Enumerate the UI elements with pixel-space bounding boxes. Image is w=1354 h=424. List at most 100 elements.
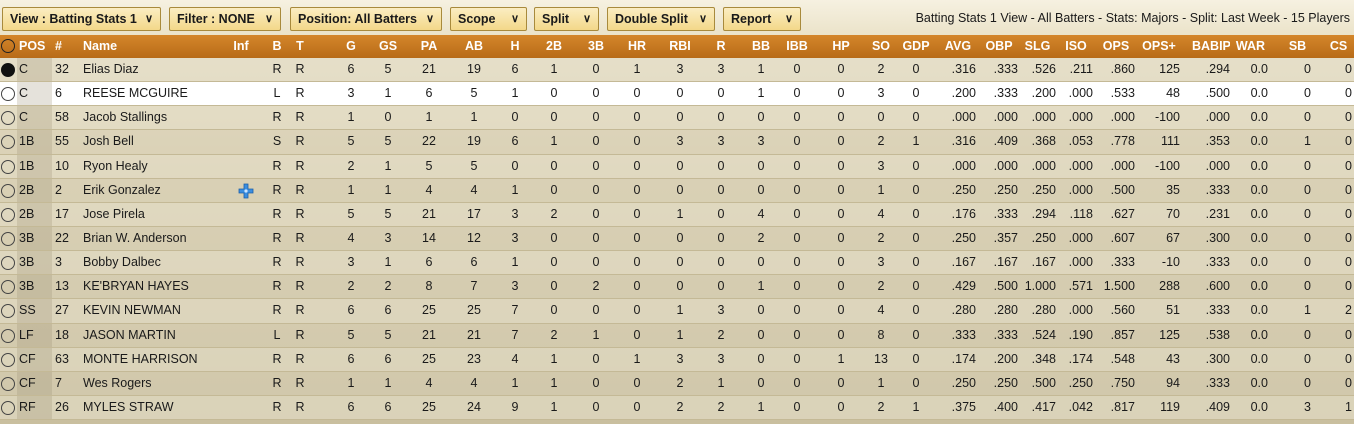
- row-select-radio-icon[interactable]: [1, 256, 15, 271]
- cell-name[interactable]: Ryon Healy: [83, 155, 233, 178]
- column-header-avg[interactable]: AVG: [940, 35, 976, 58]
- split-dropdown[interactable]: Split ∨: [534, 7, 599, 31]
- cell-name[interactable]: Bobby Dalbec: [83, 251, 233, 274]
- table-row[interactable]: 2B 2 Erik Gonzalez R R 1 1 4 4 1 0 0 0 0 0 0 0 0 1 0 .250 .25…: [0, 178, 1354, 203]
- cell-name[interactable]: Brian W. Anderson: [83, 227, 233, 250]
- column-header-babip[interactable]: BABIP: [1192, 35, 1230, 58]
- cell-rbi: 0: [676, 158, 684, 173]
- row-select-radio-icon[interactable]: [1, 304, 15, 319]
- column-header-ops[interactable]: OPS: [1097, 35, 1135, 58]
- row-select-radio-icon[interactable]: [1, 352, 15, 367]
- column-header-ibb[interactable]: IBB: [782, 35, 812, 58]
- double-split-dropdown[interactable]: Double Split ∨: [607, 7, 715, 31]
- row-select-radio-icon[interactable]: [1, 231, 15, 246]
- cell-name[interactable]: REESE MCGUIRE: [83, 82, 233, 105]
- column-header-cs[interactable]: CS: [1325, 35, 1352, 58]
- table-row[interactable]: CF 63 MONTE HARRISON R R 6 6 25 23 4 1 0 1 3 3 0 0 1 13 0.1…: [0, 347, 1354, 372]
- column-header-3b[interactable]: 3B: [580, 35, 612, 58]
- column-header-rbi[interactable]: RBI: [661, 35, 699, 58]
- column-header-slg[interactable]: SLG: [1019, 35, 1056, 58]
- column-header-inf[interactable]: Inf: [228, 35, 254, 58]
- column-header-bb[interactable]: BB: [745, 35, 777, 58]
- column-header-b[interactable]: B: [268, 35, 286, 58]
- position-dropdown[interactable]: Position: All Batters ∨: [290, 7, 442, 31]
- cell-name[interactable]: Elias Diaz: [83, 58, 233, 81]
- cell-hr: 0: [633, 86, 641, 101]
- cell-obp: .280: [993, 303, 1018, 318]
- column-header-gdp[interactable]: GDP: [899, 35, 933, 58]
- table-row[interactable]: RF 26 MYLES STRAW R R 6 6 25 24 9 1 0 0 2 2 1 0 0 2 1 .375 .4…: [0, 395, 1354, 421]
- cell-2b: 1: [550, 399, 558, 414]
- cell-name[interactable]: MYLES STRAW: [83, 396, 233, 419]
- cell-b: R: [272, 62, 282, 76]
- cell-name[interactable]: Jacob Stallings: [83, 106, 233, 129]
- column-header-ops-plus[interactable]: OPS+: [1138, 35, 1180, 58]
- cell-name[interactable]: Jose Pirela: [83, 203, 233, 226]
- cell-avg: .167: [951, 255, 976, 270]
- medical-cross-icon[interactable]: [238, 183, 254, 199]
- row-select-radio-icon[interactable]: [1, 400, 15, 415]
- cell-g: 5: [347, 206, 355, 221]
- column-header-2b[interactable]: 2B: [538, 35, 570, 58]
- cell-: 17: [55, 206, 69, 221]
- row-select-radio-icon[interactable]: [1, 183, 15, 198]
- table-row[interactable]: 1B 55 Josh Bell S R 5 5 22 19 6 1 0 0 3 3 3 0 0 2 1.316.409…: [0, 130, 1354, 155]
- column-header-so[interactable]: SO: [866, 35, 896, 58]
- table-row[interactable]: 3B 22 Brian W. Anderson R R 4 3 14 12 3 0 0 0 0 0 2 0 0 2 0…: [0, 226, 1354, 252]
- scope-dropdown[interactable]: Scope ∨: [450, 7, 527, 31]
- table-row[interactable]: 1B 10 Ryon Healy R R 2 1 5 5 0 0 0 0 0 0 0 0 0 3 0.000.000.…: [0, 154, 1354, 179]
- table-row[interactable]: 3B 13 KE'BRYAN HAYES R R 2 2 8 7 3 0 2 0 0 0 1 0 0 2 0 .429.…: [0, 275, 1354, 300]
- column-header-t[interactable]: T: [291, 35, 309, 58]
- row-select-radio-icon[interactable]: [1, 207, 15, 222]
- column-header-g[interactable]: G: [335, 35, 367, 58]
- view-dropdown[interactable]: View : Batting Stats 1 ∨: [2, 7, 161, 31]
- row-select-radio-icon[interactable]: [1, 111, 15, 126]
- cell-name[interactable]: KEVIN NEWMAN: [83, 299, 233, 322]
- column-header-r[interactable]: R: [705, 35, 737, 58]
- row-select-radio-icon[interactable]: [1, 63, 15, 77]
- filter-dropdown[interactable]: Filter : NONE ∨: [169, 7, 281, 31]
- column-header-hr[interactable]: HR: [621, 35, 653, 58]
- column-header-gs[interactable]: GS: [372, 35, 404, 58]
- row-select-radio-icon[interactable]: [1, 328, 15, 343]
- report-dropdown[interactable]: Report ∨: [723, 7, 801, 31]
- cell-2b: 0: [550, 255, 558, 270]
- cell-b: S: [272, 134, 282, 149]
- column-header-war[interactable]: WAR: [1233, 35, 1268, 58]
- cell-rbi: 1: [676, 327, 684, 342]
- table-row[interactable]: C 58 Jacob Stallings R R 1 0 1 1 0 0 0 0 0 0 0 0 0 0 0.000.…: [0, 106, 1354, 131]
- table-row[interactable]: 2B 17 Jose Pirela R R 5 5 21 17 3 2 0 0 1 0 4 0 0 4 0 .176 .3…: [0, 202, 1354, 227]
- table-row[interactable]: C 6 REESE MCGUIRE L R 3 1 6 5 1 0 0 0 0 0 1 0 0 3 0 .200 .333…: [0, 82, 1354, 107]
- column-header-pa[interactable]: PA: [409, 35, 449, 58]
- cell-sb: 0: [1304, 62, 1311, 76]
- column-header-h[interactable]: H: [497, 35, 533, 58]
- cell-name[interactable]: MONTE HARRISON: [83, 348, 233, 371]
- table-row[interactable]: CF 7 Wes Rogers R R 1 1 4 4 1 1 0 0 2 1 0 0 0 1 0 .250 .250 .5…: [0, 371, 1354, 396]
- table-row[interactable]: SS 27 KEVIN NEWMAN R R 6 6 25 25 7 0 0 0 1 3 0 0 0 4 0 .280.…: [0, 299, 1354, 324]
- select-all-radio-icon[interactable]: [1, 39, 15, 53]
- column-header-iso[interactable]: ISO: [1059, 35, 1093, 58]
- cell-name[interactable]: JASON MARTIN: [83, 324, 233, 347]
- table-row[interactable]: LF 18 JASON MARTIN L R 5 5 21 21 7 2 1 0 1 2 0 0 0 8 0.333.…: [0, 323, 1354, 348]
- cell-so: 2: [877, 62, 885, 76]
- table-row[interactable]: 3B 3 Bobby Dalbec R R 3 1 6 6 1 0 0 0 0 0 0 0 0 3 0 .167 .167…: [0, 251, 1354, 276]
- cell-slg: .250: [1031, 230, 1056, 245]
- column-header-obp[interactable]: OBP: [980, 35, 1018, 58]
- table-row[interactable]: C 32 Elias Diaz R R 6 5 21 19 6 1 0 1 3 3 1 0 0 2 0 .316 .333…: [0, 58, 1354, 83]
- row-select-radio-icon[interactable]: [1, 376, 15, 391]
- row-select-radio-icon[interactable]: [1, 280, 15, 295]
- column-header-[interactable]: #: [55, 35, 77, 58]
- column-header-pos[interactable]: POS: [19, 35, 49, 58]
- column-header-sb[interactable]: SB: [1284, 35, 1311, 58]
- column-header-hp[interactable]: HP: [826, 35, 856, 58]
- cell-g: 6: [347, 351, 355, 366]
- row-select-radio-icon[interactable]: [1, 159, 15, 174]
- row-select-radio-icon[interactable]: [1, 87, 15, 102]
- cell-name[interactable]: Wes Rogers: [83, 372, 233, 395]
- row-select-radio-icon[interactable]: [1, 135, 15, 150]
- cell-name[interactable]: Erik Gonzalez: [83, 179, 233, 202]
- cell-name[interactable]: Josh Bell: [83, 130, 233, 153]
- column-header-name[interactable]: Name: [83, 35, 233, 58]
- cell-name[interactable]: KE'BRYAN HAYES: [83, 275, 233, 298]
- column-header-ab[interactable]: AB: [454, 35, 494, 58]
